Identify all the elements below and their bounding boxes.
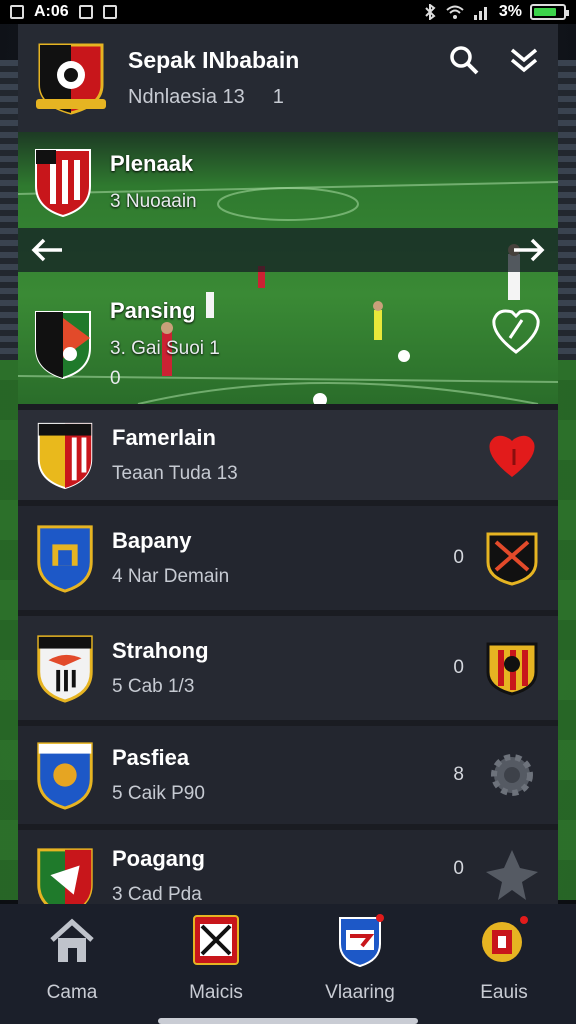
team-badge-icon	[339, 914, 384, 968]
stands-left	[0, 60, 20, 360]
status-bar: A:06 3%	[0, 0, 576, 24]
match-score: 0	[110, 368, 121, 389]
match-row-1[interactable]: Plenaak 3 Nuoaain	[32, 146, 197, 218]
banner-nav-strip	[18, 228, 558, 272]
match-row-2[interactable]: Pansing 3. Gai Suoi 1 0	[32, 298, 220, 390]
match-info: 3. Gai Suoi 1	[110, 338, 220, 359]
main-panel: Sepak INbabain Ndnlaesia 13 1 Plenaak 3 …	[18, 24, 558, 904]
favorite-outline-icon[interactable]	[488, 302, 544, 358]
tab-home[interactable]: Cama	[2, 912, 142, 1004]
search-icon[interactable]	[448, 44, 480, 76]
wifi-icon	[446, 5, 464, 19]
battery-percent: 3%	[498, 3, 522, 20]
team-name: Strahong	[112, 638, 209, 663]
league-subtitle-count: 1	[272, 86, 284, 108]
app-icon	[102, 5, 117, 19]
team-crest-icon	[35, 149, 91, 218]
tab-profile[interactable]: Eauis	[434, 912, 574, 1004]
tab-label: Eauis	[480, 982, 528, 1003]
collapse-chevron-icon[interactable]	[508, 44, 540, 76]
team-crest-icon	[37, 635, 93, 703]
profile-badge-icon	[482, 916, 528, 962]
team-meta: 4 Nar Demain	[112, 566, 230, 587]
team-crest-icon	[37, 848, 93, 904]
team-name: Pasfiea	[112, 745, 190, 770]
league-header: Sepak INbabain Ndnlaesia 13 1	[18, 24, 558, 132]
tab-label: Maicis	[189, 982, 243, 1003]
stands-right	[556, 60, 576, 360]
league-subtitle-text: Ndnlaesia 13	[128, 86, 245, 108]
bluetooth-icon	[425, 4, 436, 20]
tab-label: Cama	[46, 982, 98, 1003]
match-team-name: Pansing	[110, 298, 196, 323]
league-crest-icon	[36, 43, 106, 115]
list-item[interactable]: Strahong 5 Cab 1/3 0	[18, 610, 558, 720]
tab-label: Vlaaring	[325, 982, 395, 1003]
striped-badge-icon	[486, 642, 538, 696]
team-meta: 3 Cad Pda	[112, 884, 202, 904]
bottom-nav: Cama Maicis Vlaaring Eauis	[0, 904, 576, 1024]
team-score: 0	[453, 858, 464, 879]
tab-matches[interactable]: Maicis	[146, 912, 286, 1004]
team-crest-icon	[37, 742, 93, 810]
team-score: 0	[453, 657, 464, 678]
star-badge-icon	[486, 850, 538, 900]
team-score: 8	[453, 764, 464, 785]
team-meta: Teaan Tuda 13	[112, 463, 238, 484]
team-name: Bapany	[112, 528, 192, 553]
league-title: Sepak INbabain	[128, 47, 300, 73]
list-item[interactable]: Pasfiea 5 Caik P90 8	[18, 720, 558, 824]
team-crest-icon	[35, 311, 91, 380]
match-info: 3 Nuoaain	[110, 191, 197, 212]
match-banner[interactable]: Plenaak 3 Nuoaain Pansing 3. Gai Suoi 1 …	[18, 132, 558, 404]
list-item[interactable]: Bapany 4 Nar Demain 0	[18, 500, 558, 610]
tab-standings[interactable]: Vlaaring	[290, 912, 430, 1004]
match-team-name: Plenaak	[110, 151, 194, 176]
team-score: 0	[453, 547, 464, 568]
heart-icon[interactable]	[484, 427, 540, 483]
gear-badge-icon	[491, 754, 533, 796]
list-item[interactable]: Poagang 3 Cad Pda 0	[18, 824, 558, 904]
notification-icon	[78, 5, 93, 19]
signal-icon	[473, 7, 487, 20]
arrow-left-icon[interactable]	[30, 238, 64, 262]
home-indicator[interactable]	[158, 1018, 418, 1024]
arrow-right-icon[interactable]	[512, 238, 546, 262]
team-name: Poagang	[112, 846, 205, 871]
team-meta: 5 Caik P90	[112, 783, 205, 804]
team-meta: 5 Cab 1/3	[112, 676, 195, 697]
team-crest-icon	[37, 422, 93, 490]
league-subtitle: Ndnlaesia 13 1	[128, 86, 299, 109]
home-icon	[50, 918, 94, 962]
gallery-icon	[10, 5, 24, 19]
crossed-swords-badge-icon	[486, 532, 538, 586]
battery-icon	[530, 4, 569, 20]
status-time: A:06	[34, 3, 69, 20]
team-crest-icon	[37, 525, 93, 593]
team-name: Famerlain	[112, 425, 216, 450]
matches-icon	[193, 915, 239, 965]
list-item[interactable]: Famerlain Teaan Tuda 13	[18, 404, 558, 500]
